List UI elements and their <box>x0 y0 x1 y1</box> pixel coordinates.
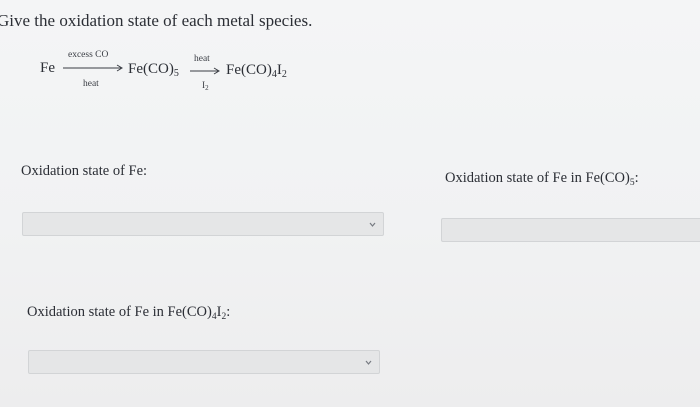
dropdown-oxidation-state-fe[interactable] <box>22 212 384 236</box>
label-oxidation-state-fe: Oxidation state of Fe: <box>21 163 148 179</box>
arrow2-condition-below: I2 <box>202 81 209 92</box>
intermediate-fe-co5: Fe(CO)5 <box>128 61 179 79</box>
arrow1-condition-above: excess CO <box>68 50 109 60</box>
label-oxidation-state-fe-co5: Oxidation state of Fe in Fe(CO)5: <box>445 170 639 188</box>
arrow-right-icon <box>63 64 123 72</box>
question-text: Give the oxidation state of each metal s… <box>0 11 313 30</box>
arrow-right-icon <box>190 67 220 75</box>
product-fe-co4-i2: Fe(CO)4I2 <box>226 62 287 80</box>
reactant-fe: Fe <box>40 60 55 76</box>
arrow1-condition-below: heat <box>83 79 99 89</box>
dropdown-oxidation-state-fe-co4-i2[interactable] <box>28 350 380 374</box>
dropdown-oxidation-state-fe-co5[interactable] <box>441 218 700 242</box>
chevron-down-icon <box>365 360 372 365</box>
label-oxidation-state-fe-co4-i2: Oxidation state of Fe in Fe(CO)4I2: <box>27 304 231 322</box>
arrow2-condition-above: heat <box>194 54 210 64</box>
chevron-down-icon <box>369 222 376 227</box>
